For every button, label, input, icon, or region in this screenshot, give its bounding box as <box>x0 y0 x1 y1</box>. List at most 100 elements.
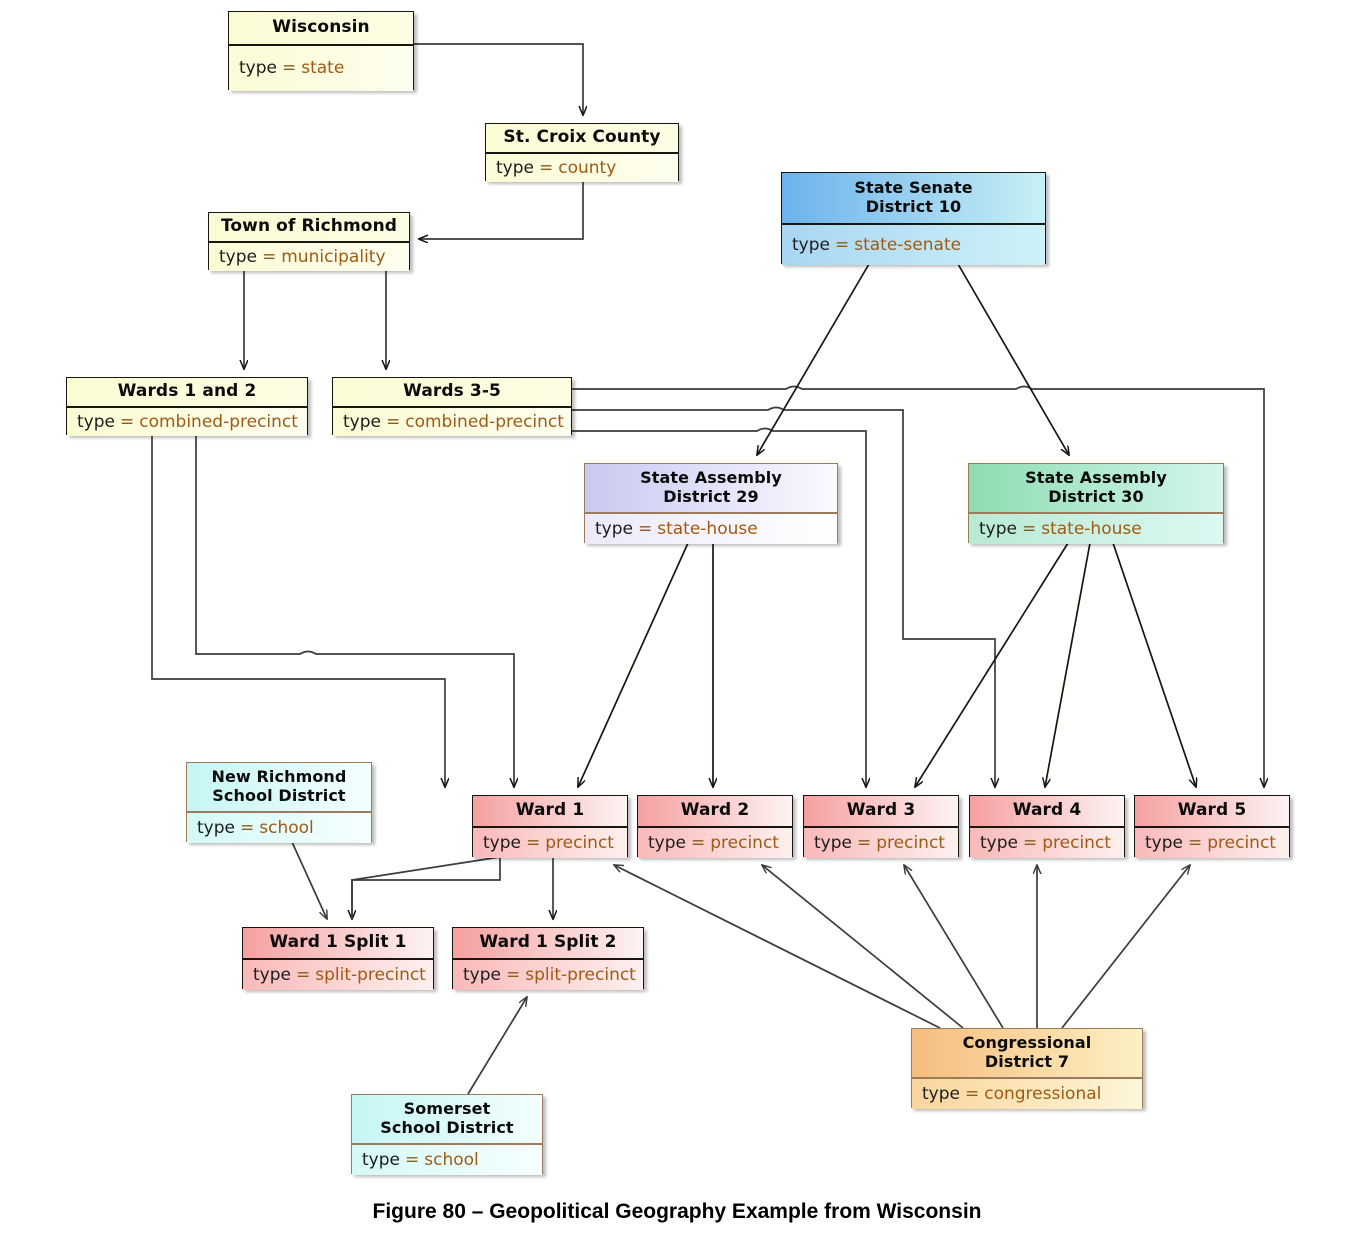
node-title-senate10: State Senate District 10 <box>782 173 1045 223</box>
node-title-ward3: Ward 3 <box>804 796 958 826</box>
attribute-key: type <box>463 964 501 985</box>
attribute-equals: = <box>119 411 135 432</box>
attribute-equals: = <box>856 832 872 853</box>
node-ward2[interactable]: Ward 2 type = precinct <box>637 795 793 858</box>
node-title-line2: School District <box>380 1118 514 1137</box>
edge-wards35-ward5 <box>572 385 1264 788</box>
node-attribute-ward1: type = precinct <box>473 827 627 858</box>
edge-senate10-assembly29 <box>757 263 870 455</box>
attribute-key: type <box>496 157 534 178</box>
edge-congress7-ward1 <box>614 865 941 1029</box>
node-newrichmond[interactable]: New Richmond School District type = school <box>186 762 372 843</box>
node-wards12[interactable]: Wards 1 and 2 type = combined-precinct <box>66 377 308 436</box>
attribute-value: precinct <box>1207 832 1276 853</box>
node-senate10[interactable]: State Senate District 10 type = state-senate <box>781 172 1046 265</box>
attribute-value: combined-precinct <box>405 411 564 432</box>
attribute-key: type <box>1145 832 1183 853</box>
node-title-ward1: Ward 1 <box>473 796 627 826</box>
node-title-line1: Wisconsin <box>272 17 370 38</box>
node-ward4[interactable]: Ward 4 type = precinct <box>969 795 1125 858</box>
node-title-wisconsin: Wisconsin <box>229 12 413 44</box>
node-title-richmond: Town of Richmond <box>209 213 409 241</box>
edge-newrichmond-split1 <box>291 841 327 919</box>
edge-ward1-split1 <box>352 856 501 919</box>
attribute-key: type <box>792 234 830 255</box>
node-attribute-ward2: type = precinct <box>638 827 792 858</box>
edge-stcroix-richmond <box>419 181 584 239</box>
attribute-value: school <box>424 1149 479 1170</box>
node-title-newrichmond: New Richmond School District <box>187 763 371 811</box>
node-attribute-somerset: type = school <box>352 1144 542 1175</box>
node-title-stcroix: St. Croix County <box>486 124 678 152</box>
attribute-value: county <box>558 157 617 178</box>
attribute-value: state <box>301 58 345 79</box>
attribute-equals: = <box>295 964 311 985</box>
edge-wisconsin-stcroix <box>414 43 583 115</box>
node-title-ward2: Ward 2 <box>638 796 792 826</box>
attribute-value: municipality <box>281 246 386 267</box>
edge-layer <box>151 43 1354 1095</box>
attribute-key: type <box>362 1149 400 1170</box>
attribute-value: state-house <box>1041 518 1142 539</box>
node-attribute-split2: type = split-precinct <box>453 959 643 990</box>
node-title-line1: St. Croix County <box>503 127 661 148</box>
node-ward3[interactable]: Ward 3 type = precinct <box>803 795 959 858</box>
edge-assembly30-ward3 <box>915 542 1069 787</box>
attribute-equals: = <box>964 1083 980 1104</box>
attribute-equals: = <box>385 411 401 432</box>
attribute-key: type <box>483 832 521 853</box>
attribute-value: combined-precinct <box>139 411 298 432</box>
node-title-assembly29: State Assembly District 29 <box>585 464 837 512</box>
node-congress7[interactable]: Congressional District 7 type = congressiona… <box>911 1028 1143 1109</box>
attribute-value: precinct <box>545 832 614 853</box>
node-split2[interactable]: Ward 1 Split 2 type = split-precinct <box>452 927 644 990</box>
attribute-equals: = <box>261 246 277 267</box>
node-attribute-wards12: type = combined-precinct <box>67 407 307 436</box>
attribute-key: type <box>648 832 686 853</box>
attribute-key: type <box>197 817 235 838</box>
edge-assembly30-ward5 <box>1112 542 1196 787</box>
node-title-line2: District 29 <box>663 487 759 506</box>
node-wisconsin[interactable]: Wisconsin type = state <box>228 11 414 91</box>
node-attribute-split1: type = split-precinct <box>243 959 433 990</box>
node-assembly30[interactable]: State Assembly District 30 type = state-hous… <box>968 463 1224 544</box>
node-split1[interactable]: Ward 1 Split 1 type = split-precinct <box>242 927 434 990</box>
node-title-line1: Ward 1 Split 2 <box>479 932 617 953</box>
node-title-line1: Ward 4 <box>1012 800 1082 821</box>
attribute-value: split-precinct <box>315 964 426 985</box>
node-title-somerset: Somerset School District <box>352 1095 542 1143</box>
node-stcroix[interactable]: St. Croix County type = county <box>485 123 679 182</box>
node-title-ward4: Ward 4 <box>970 796 1124 826</box>
node-assembly29[interactable]: State Assembly District 29 type = state-hous… <box>584 463 838 544</box>
node-ward1[interactable]: Ward 1 type = precinct <box>472 795 628 858</box>
node-title-line2: District 30 <box>1048 487 1144 506</box>
diagram-canvas: Wisconsin type = state St. Croix County type =… <box>0 0 1354 1252</box>
attribute-value: split-precinct <box>525 964 636 985</box>
node-title-assembly30: State Assembly District 30 <box>969 464 1223 512</box>
node-title-line1: Ward 1 <box>515 800 585 821</box>
node-somerset[interactable]: Somerset School District type = school <box>351 1094 543 1175</box>
node-title-split1: Ward 1 Split 1 <box>243 928 433 958</box>
attribute-equals: = <box>1021 518 1037 539</box>
node-title-ward5: Ward 5 <box>1135 796 1289 826</box>
attribute-value: precinct <box>710 832 779 853</box>
edge-congress7-ward5 <box>1061 865 1190 1029</box>
node-ward5[interactable]: Ward 5 type = precinct <box>1134 795 1290 858</box>
edge-senate10-assembly30 <box>957 263 1069 455</box>
attribute-equals: = <box>637 518 653 539</box>
node-title-wards12: Wards 1 and 2 <box>67 378 307 406</box>
node-attribute-ward5: type = precinct <box>1135 827 1289 858</box>
node-title-line2: District 7 <box>984 1052 1070 1071</box>
node-wards35[interactable]: Wards 3-5 type = combined-precinct <box>332 377 572 436</box>
node-attribute-ward3: type = precinct <box>804 827 958 858</box>
node-richmond[interactable]: Town of Richmond type = municipality <box>208 212 410 271</box>
attribute-key: type <box>343 411 381 432</box>
node-title-line1: Wards 3-5 <box>403 381 501 402</box>
node-attribute-wisconsin: type = state <box>229 45 413 91</box>
node-title-line1: Congressional <box>962 1033 1092 1053</box>
attribute-value: state-house <box>657 518 758 539</box>
attribute-equals: = <box>834 234 850 255</box>
node-title-line1: New Richmond <box>211 767 347 787</box>
attribute-equals: = <box>505 964 521 985</box>
attribute-value: precinct <box>1042 832 1111 853</box>
